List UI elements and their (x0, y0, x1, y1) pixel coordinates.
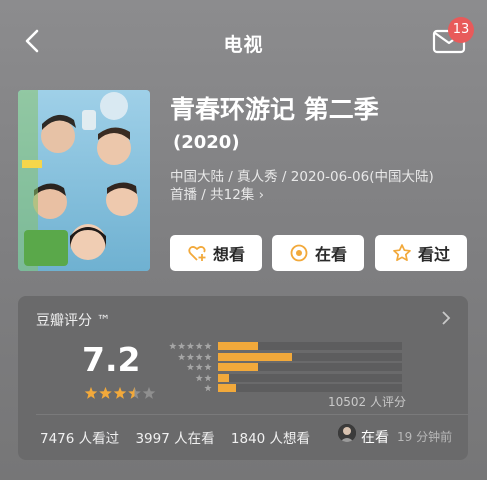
page-title: 电视 (223, 34, 264, 56)
score-star (84, 386, 98, 399)
show-title: 青春环游记 第二季 (170, 95, 379, 124)
heart-plus-icon (188, 245, 206, 261)
watching-count: 3997 人在看 (135, 431, 215, 447)
want-count: 1840 人想看 (230, 431, 311, 447)
score-star (113, 386, 127, 399)
distribution-stars-1 (204, 384, 212, 392)
watching-circle-icon (290, 244, 308, 262)
watched-button[interactable]: 看过 (375, 235, 467, 271)
top-bar: 电视 13 (0, 0, 487, 80)
meta-line-1: 中国大陆 / 真人秀 / 2020-06-06(中国大陆) (170, 169, 434, 185)
distribution-track (218, 352, 402, 361)
distribution-track (218, 363, 402, 371)
douban-rating-label: 豆瓣评分 ™ (36, 313, 111, 329)
distribution-track (218, 373, 402, 382)
distribution-stars-5 (169, 342, 212, 350)
distribution-stars-2 (195, 373, 212, 381)
distribution-track (218, 384, 402, 392)
score-stars (84, 386, 156, 399)
want-to-watch-button[interactable]: 想看 (170, 235, 262, 271)
poster-image (18, 90, 150, 271)
distribution-stars-3 (186, 363, 212, 371)
watching-button[interactable]: 在看 (272, 235, 364, 271)
distribution-stars-4 (177, 352, 212, 360)
score-star (128, 386, 141, 399)
watched-label: 看过 (417, 245, 450, 264)
chevron-right-icon[interactable] (441, 311, 451, 325)
show-year: (2020) (173, 132, 240, 153)
activity-time: 19 分钟前 (397, 430, 453, 444)
rating-score: 7.2 (82, 340, 141, 379)
watching-label: 在看 (314, 245, 347, 264)
distribution-track (218, 342, 402, 350)
score-star (142, 386, 156, 399)
vote-count: 10502 人评分 (328, 395, 406, 409)
want-label: 想看 (212, 245, 245, 264)
show-poster[interactable] (18, 90, 150, 271)
card-divider (36, 414, 468, 415)
rating-card[interactable]: 豆瓣评分 ™ 7.2 10502 人评分 7476 人看过 3997 人在看 1… (18, 296, 468, 460)
distribution-bar-2 (218, 373, 230, 382)
avatar-image (338, 424, 356, 442)
score-star (99, 386, 112, 399)
watched-count: 7476 人看过 (40, 431, 120, 447)
avatar[interactable] (338, 424, 356, 442)
star-outline-icon (393, 244, 411, 262)
notification-badge: 13 (448, 17, 474, 43)
distribution-bar-5 (218, 342, 259, 350)
meta-line-2: 首播 / 共12集 › (170, 187, 264, 203)
show-meta[interactable]: 中国大陆 / 真人秀 / 2020-06-06(中国大陆) 首播 / 共12集 … (170, 168, 470, 204)
activity-state: 在看 (361, 430, 389, 446)
distribution-bar-3 (218, 363, 259, 371)
audience-stats[interactable]: 7476 人看过 3997 人在看 1840 人想看 (40, 427, 322, 447)
distribution-bar-4 (218, 352, 292, 361)
distribution-bar-1 (218, 384, 237, 392)
